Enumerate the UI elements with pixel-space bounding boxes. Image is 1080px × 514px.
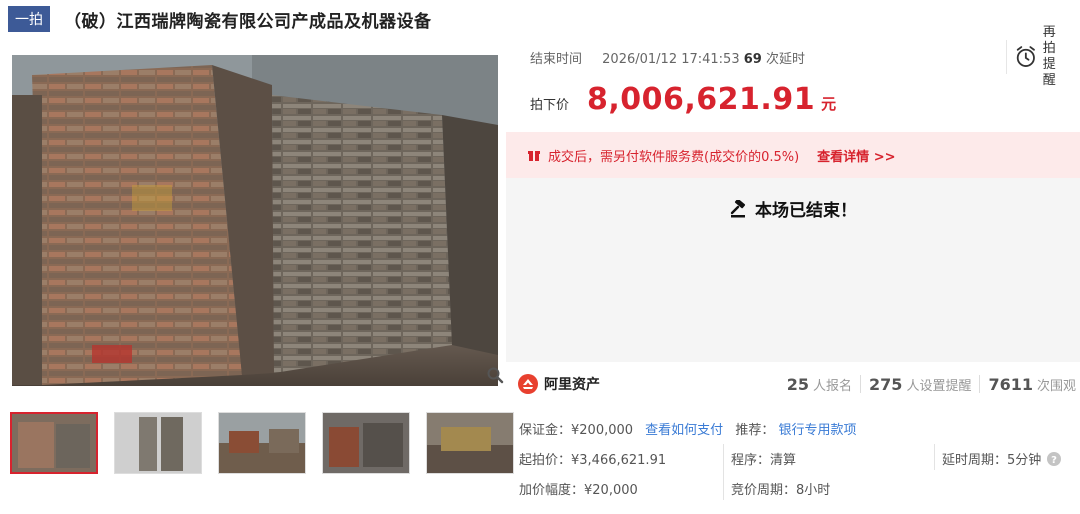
auction-ended: 本场已结束！ xyxy=(506,196,1080,221)
procedure: 程序：清算 xyxy=(731,453,797,468)
divider xyxy=(860,375,862,393)
reminder-count-label: 人设置提醒 xyxy=(906,378,972,394)
bank-funds-link[interactable]: 银行专用款项 xyxy=(778,423,856,438)
thumbnail-5[interactable] xyxy=(426,412,514,474)
final-price: 8,006,621.91 xyxy=(587,82,816,117)
delay-period: 延时周期：5分钟 xyxy=(942,453,1042,468)
brand: 阿里资产 xyxy=(518,374,600,394)
delay-count: 69 xyxy=(743,52,762,67)
notice-details-link[interactable]: 查看详情 >> xyxy=(817,146,895,165)
thumbnail-image xyxy=(115,413,201,473)
thumbnail-strip xyxy=(10,412,514,474)
thumbnail-2[interactable] xyxy=(114,412,202,474)
thumbnail-1[interactable] xyxy=(10,412,98,474)
reminder-label: 再拍提醒 xyxy=(1042,25,1056,88)
registrant-count: 25 xyxy=(786,374,810,394)
stats: 25 人报名 275 人设置提醒 7611 次围观 xyxy=(787,375,1076,394)
ali-assets-logo-icon xyxy=(518,374,538,394)
header: 一拍 （破）江西瑞牌陶瓷有限公司产成品及机器设备 xyxy=(8,6,432,32)
price-row: 拍下价 8,006,621.91 元 xyxy=(530,82,836,117)
thumbnail-image xyxy=(219,413,305,473)
help-icon[interactable]: ? xyxy=(1047,451,1062,466)
round-tag: 一拍 xyxy=(8,6,50,32)
reminder-button[interactable]: 再拍提醒 xyxy=(1006,25,1068,88)
warehouse-photo xyxy=(12,55,498,386)
divider xyxy=(934,444,935,470)
delay-suffix: 次延时 xyxy=(765,52,805,67)
thumbnail-image xyxy=(427,413,513,473)
currency-unit: 元 xyxy=(821,95,837,113)
view-count: 7611 xyxy=(988,374,1033,394)
end-time-label: 结束时间 xyxy=(530,52,583,67)
deposit-row: 保证金：¥200,000 查看如何支付 推荐： 银行专用款项 xyxy=(519,419,857,438)
divider xyxy=(723,444,724,500)
notice-text: 成交后，需另付软件服务费(成交价的0.5%) xyxy=(548,149,800,165)
main-photo[interactable] xyxy=(12,55,498,386)
search-icon xyxy=(487,367,504,384)
ended-text: 本场已结束！ xyxy=(755,201,857,221)
alarm-clock-icon xyxy=(1016,46,1035,67)
delay-period-row: 延时周期：5分钟 ? xyxy=(942,449,1062,468)
gift-icon xyxy=(528,151,540,161)
recommend-label: 推荐： xyxy=(735,423,775,438)
reminder-count: 275 xyxy=(869,374,903,394)
bid-period: 竞价周期：8小时 xyxy=(731,483,831,498)
svg-text:?: ? xyxy=(1051,455,1057,466)
thumbnail-image xyxy=(12,414,96,472)
view-label: 次围观 xyxy=(1036,378,1076,394)
registrant-label: 人报名 xyxy=(813,378,853,394)
zoom-button[interactable] xyxy=(484,364,506,386)
how-to-pay-link[interactable]: 查看如何支付 xyxy=(645,423,723,438)
deposit: 保证金：¥200,000 xyxy=(519,423,634,438)
end-time-row: 结束时间 2026/01/12 17:41:53 69 次延时 xyxy=(530,48,805,67)
status-panel: 本场已结束！ xyxy=(506,178,1080,362)
increment: 加价幅度：¥20,000 xyxy=(519,483,638,498)
brand-name: 阿里资产 xyxy=(544,377,600,393)
brand-stats-row: 阿里资产 25 人报名 275 人设置提醒 7611 次围观 xyxy=(506,370,1076,398)
divider xyxy=(979,375,981,393)
thumbnail-3[interactable] xyxy=(218,412,306,474)
end-time-value: 2026/01/12 17:41:53 xyxy=(602,52,740,67)
price-label: 拍下价 xyxy=(530,98,570,113)
gavel-icon xyxy=(730,199,746,217)
service-fee-notice: 成交后，需另付软件服务费(成交价的0.5%) 查看详情 >> xyxy=(506,132,1080,178)
thumbnail-image xyxy=(323,413,409,473)
page-title: （破）江西瑞牌陶瓷有限公司产成品及机器设备 xyxy=(64,11,432,32)
start-price: 起拍价：¥3,466,621.91 xyxy=(519,453,667,468)
thumbnail-4[interactable] xyxy=(322,412,410,474)
